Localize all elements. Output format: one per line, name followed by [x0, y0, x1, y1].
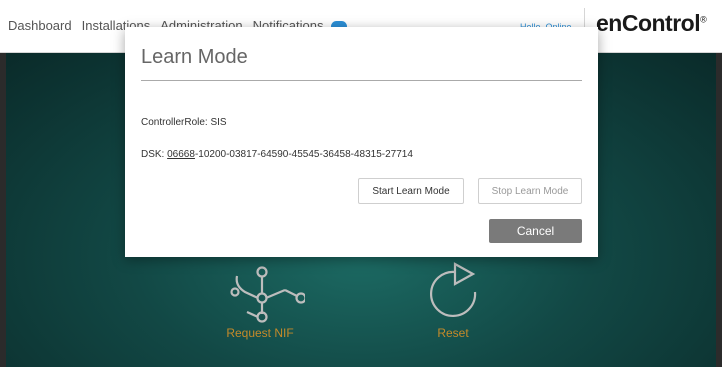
brand-name: enControl: [596, 10, 701, 36]
reset-arrow-icon: [430, 262, 477, 317]
dsk-remaining-segments: -10200-03817-64590-45545-36458-48315-277…: [194, 149, 413, 160]
dsk-label: DSK:: [141, 149, 168, 160]
controller-role-text: ControllerRole: SIS: [141, 117, 227, 128]
start-learn-mode-button[interactable]: Start Learn Mode: [358, 178, 464, 204]
brand-registered-mark: ®: [700, 14, 707, 25]
reset-label: Reset: [437, 326, 469, 340]
request-nif-label: Request NIF: [226, 326, 294, 340]
dialog-title: Learn Mode: [141, 46, 248, 68]
brand-logo: enControl®: [596, 10, 707, 37]
reset-action[interactable]: Reset: [398, 262, 508, 340]
request-nif-action[interactable]: Request NIF: [205, 262, 315, 340]
nav-dashboard[interactable]: Dashboard: [8, 18, 72, 33]
network-nodes-icon: [230, 266, 305, 323]
backdrop-right-edge: [716, 53, 722, 367]
learn-mode-dialog: Learn Mode ControllerRole: SIS DSK: 0666…: [125, 27, 598, 257]
backdrop-left-edge: [0, 53, 6, 367]
title-divider: [141, 80, 582, 81]
cancel-button[interactable]: Cancel: [489, 219, 582, 243]
dsk-text: DSK: 06668-10200-03817-64590-45545-36458…: [141, 149, 413, 160]
stop-learn-mode-button[interactable]: Stop Learn Mode: [478, 178, 582, 204]
dsk-pin-segment: 06668: [167, 149, 195, 160]
